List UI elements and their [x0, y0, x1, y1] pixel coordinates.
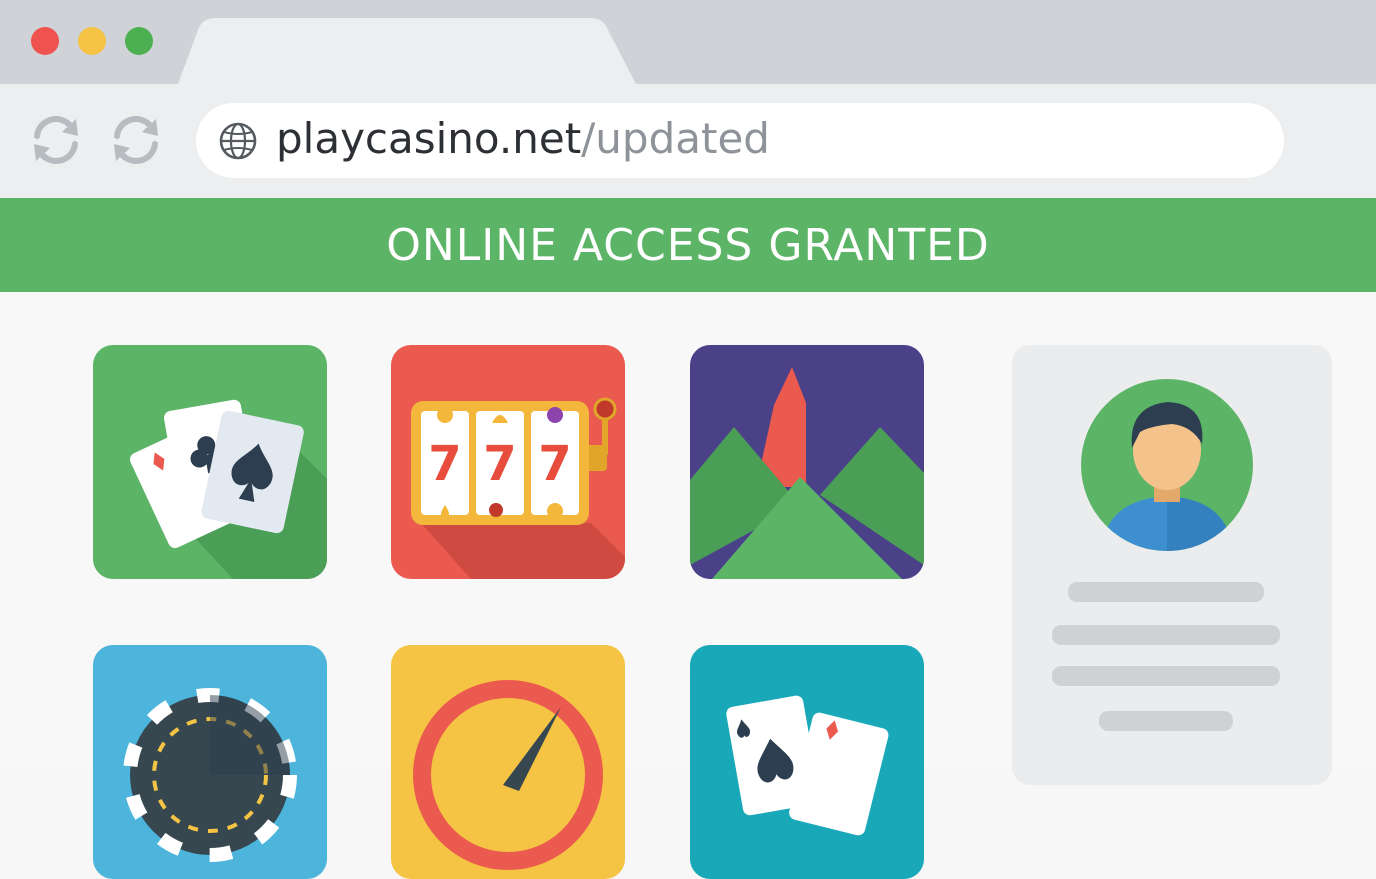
browser-tab[interactable]	[178, 18, 640, 84]
url-path: /updated	[581, 114, 770, 163]
tile-mountain-game[interactable]	[690, 345, 924, 579]
poker-chip-icon	[93, 645, 327, 879]
address-url[interactable]: playcasino.net/updated	[276, 110, 770, 168]
reload-icon[interactable]	[108, 112, 164, 168]
reel-3-symbol: 7	[538, 436, 571, 492]
banner-text: ONLINE ACCESS GRANTED	[386, 219, 990, 271]
tile-card-games[interactable]	[93, 345, 327, 579]
tile-blackjack[interactable]	[690, 645, 924, 879]
tile-slots[interactable]: 7 7 7	[391, 345, 625, 579]
playing-cards-icon	[93, 345, 327, 579]
url-host: playcasino.net	[276, 114, 582, 163]
window-close-button[interactable]	[31, 27, 59, 55]
refresh-icon[interactable]	[28, 112, 84, 168]
profile-info-line	[1099, 711, 1233, 731]
speed-dial-icon	[391, 645, 625, 879]
profile-info-line	[1068, 582, 1264, 602]
slot-machine-icon: 7 7 7	[391, 345, 625, 579]
profile-info-line	[1052, 625, 1280, 645]
globe-icon	[219, 122, 257, 160]
window-minimize-button[interactable]	[78, 27, 106, 55]
playing-cards-icon	[690, 645, 924, 879]
tile-wheel[interactable]	[391, 645, 625, 879]
reel-2-symbol: 7	[483, 436, 516, 492]
user-avatar-icon[interactable]	[1080, 378, 1254, 552]
access-banner: ONLINE ACCESS GRANTED	[0, 198, 1376, 292]
reel-1-symbol: 7	[428, 436, 461, 492]
profile-info-line	[1052, 666, 1280, 686]
tile-poker-chips[interactable]	[93, 645, 327, 879]
mountain-icon	[690, 345, 924, 579]
window-maximize-button[interactable]	[125, 27, 153, 55]
